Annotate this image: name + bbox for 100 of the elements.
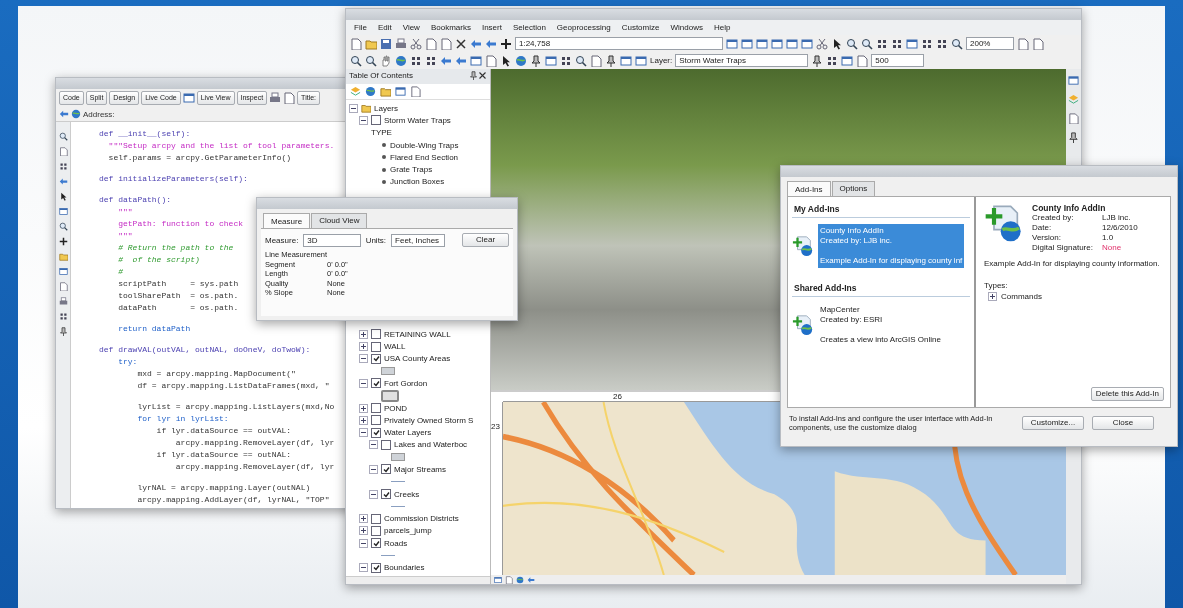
layer-checkbox[interactable] (371, 378, 381, 389)
window-icon[interactable] (470, 54, 482, 67)
expand-toggle[interactable] (369, 440, 378, 450)
expand-toggle[interactable] (359, 415, 368, 425)
layer-checkbox[interactable] (381, 464, 391, 475)
window-icon[interactable] (635, 54, 647, 67)
layer-checkbox[interactable] (381, 489, 391, 500)
document-icon[interactable] (350, 37, 362, 50)
magnifier-icon[interactable] (350, 54, 362, 67)
printer-icon[interactable] (269, 92, 282, 104)
document-icon[interactable] (1032, 37, 1044, 50)
globe-icon[interactable] (516, 576, 524, 584)
plus-icon[interactable] (500, 37, 512, 50)
expand-toggle[interactable] (359, 563, 368, 573)
pointer-icon[interactable] (58, 192, 68, 201)
magnifier-icon[interactable] (365, 54, 377, 67)
layer-checkbox[interactable] (371, 538, 381, 549)
add-in-list-item[interactable]: MapCenter Created by: ESRI Creates a view into ArcGIS Online (818, 303, 943, 347)
window-icon[interactable] (801, 37, 813, 50)
layer-checkbox[interactable] (371, 329, 381, 340)
layer-name[interactable]: Commission Districts (384, 514, 459, 524)
grid-icon[interactable] (921, 37, 933, 50)
menu-item[interactable]: Insert (481, 23, 502, 32)
expand-toggle[interactable] (359, 378, 368, 388)
layer-name[interactable]: Layers (374, 103, 398, 113)
layer-checkbox[interactable] (371, 562, 381, 573)
grid-icon[interactable] (891, 37, 903, 50)
window-icon[interactable] (620, 54, 632, 67)
pin-icon[interactable] (469, 71, 478, 80)
window-icon[interactable] (756, 37, 768, 50)
window-icon[interactable] (58, 267, 68, 276)
expand-toggle[interactable] (359, 354, 368, 364)
grid-icon[interactable] (560, 54, 572, 67)
grid-icon[interactable] (936, 37, 948, 50)
layer-checkbox[interactable] (371, 115, 381, 126)
layer-checkbox[interactable] (371, 353, 381, 364)
expand-toggle[interactable] (359, 115, 368, 125)
layer-checkbox[interactable] (371, 525, 381, 536)
layer-name[interactable]: Lakes and Waterboc (394, 440, 468, 450)
magnifier-icon[interactable] (951, 37, 963, 50)
window-icon[interactable] (182, 92, 195, 104)
zoom-field[interactable]: 200% (966, 37, 1014, 50)
window-icon[interactable] (906, 37, 918, 50)
horizontal-scrollbar[interactable] (346, 576, 490, 584)
scissors-icon[interactable] (410, 37, 422, 50)
expand-toggle[interactable] (359, 342, 368, 351)
pointer-icon[interactable] (500, 54, 512, 67)
window-icon[interactable] (545, 54, 557, 67)
arrow-icon[interactable] (527, 576, 535, 584)
layer-name[interactable]: Storm Water Traps (384, 115, 451, 125)
globe-icon[interactable] (365, 86, 376, 97)
magnifier-icon[interactable] (58, 222, 68, 231)
layer-checkbox[interactable] (371, 415, 381, 426)
pin-icon[interactable] (811, 54, 824, 67)
folder-icon[interactable] (365, 37, 377, 50)
window-icon[interactable] (786, 37, 798, 50)
window-icon[interactable] (841, 54, 854, 67)
tab[interactable]: Options (831, 181, 876, 196)
menu-item[interactable]: Help (713, 23, 731, 32)
grid-icon[interactable] (58, 162, 68, 171)
menu-item[interactable]: Geoprocessing (556, 23, 611, 32)
expand-toggle[interactable] (359, 403, 368, 413)
close-icon[interactable] (478, 71, 487, 80)
expand-toggle[interactable] (349, 103, 358, 113)
dialog-button[interactable]: Customize... (1022, 416, 1084, 430)
window-icon[interactable] (58, 207, 68, 216)
magnifier-icon[interactable] (575, 54, 587, 67)
arrow-icon[interactable] (58, 177, 68, 186)
window-icon[interactable] (1068, 75, 1079, 86)
menu-item[interactable]: Windows (670, 23, 703, 32)
layer-name[interactable]: POND (384, 403, 408, 413)
grid-icon[interactable] (58, 312, 68, 321)
grid-icon[interactable] (410, 54, 422, 67)
grid-icon[interactable] (425, 54, 437, 67)
layer-name[interactable]: RETAINING WALL (384, 329, 451, 339)
add-in-list-item[interactable]: County Info AddIn Created by: LJB inc. Example Add-In for displaying county inf (818, 224, 965, 268)
pin-icon[interactable] (530, 54, 542, 67)
layer-name[interactable]: WALL (384, 342, 406, 351)
save-icon[interactable] (380, 37, 392, 50)
grid-icon[interactable] (876, 37, 888, 50)
pin-icon[interactable] (58, 327, 68, 336)
document-icon[interactable] (1017, 37, 1029, 50)
globe-icon[interactable] (515, 54, 527, 67)
window-icon[interactable] (771, 37, 783, 50)
menu-item[interactable]: Bookmarks (430, 23, 471, 32)
units-dropdown[interactable]: Feet, Inches (391, 233, 446, 247)
layer-name[interactable]: Water Layers (384, 428, 432, 438)
layer-name[interactable]: USA County Areas (384, 354, 451, 364)
layer-checkbox[interactable] (381, 439, 391, 450)
folder-icon[interactable] (380, 86, 391, 97)
layer-name[interactable]: Creeks (394, 489, 420, 499)
layer-checkbox[interactable] (371, 513, 381, 524)
dialog-button[interactable]: Close (1092, 416, 1154, 430)
expand-toggle[interactable] (359, 526, 368, 536)
hand-icon[interactable] (380, 54, 392, 67)
document-icon[interactable] (856, 54, 869, 67)
menu-item[interactable]: Customize (621, 23, 660, 32)
layer-name[interactable]: Boundaries (384, 563, 425, 573)
number-field[interactable]: 500 (871, 54, 925, 67)
document-icon[interactable] (425, 37, 437, 50)
